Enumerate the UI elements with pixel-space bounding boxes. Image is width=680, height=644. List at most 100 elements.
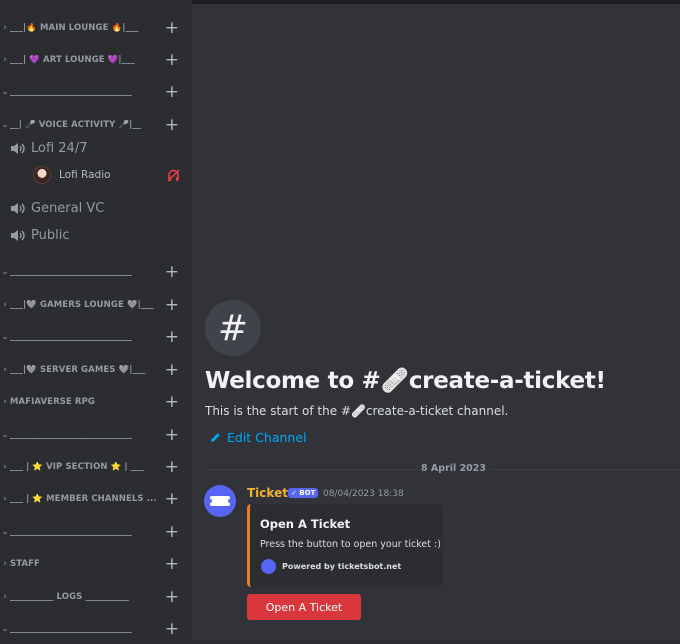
discord-window: › ___|🔥 MAIN LOUNGE 🔥|___ + › ___| 💜 ART… bbox=[0, 0, 680, 644]
chevron-right-icon: › bbox=[3, 55, 7, 65]
pencil-icon bbox=[211, 433, 220, 442]
hash-symbol: # bbox=[217, 307, 249, 349]
open-ticket-button[interactable]: Open A Ticket bbox=[247, 594, 361, 620]
avatar bbox=[33, 166, 51, 184]
edit-channel-label: Edit Channel bbox=[227, 430, 307, 445]
chevron-right-icon: › bbox=[3, 23, 7, 33]
category-label: ____________________________ bbox=[10, 527, 132, 537]
chevron-right-icon: › bbox=[3, 365, 7, 375]
category-label: ___|🔥 MAIN LOUNGE 🔥|___ bbox=[10, 23, 139, 33]
speaker-icon bbox=[11, 229, 25, 241]
speaker-icon bbox=[11, 202, 25, 214]
voice-channel-public[interactable]: Public bbox=[10, 224, 69, 246]
welcome-heading: Welcome to #🩹create-a-ticket! bbox=[205, 368, 606, 394]
voice-channel-lofi[interactable]: Lofi 24/7 bbox=[10, 137, 87, 159]
add-channel-icon[interactable]: + bbox=[165, 587, 179, 607]
embed-description: Press the button to open your ticket :) bbox=[260, 539, 441, 550]
bot-avatar[interactable] bbox=[204, 485, 236, 517]
category-separator[interactable]: ⌄ ____________________________ + bbox=[0, 262, 192, 282]
add-channel-icon[interactable]: + bbox=[165, 262, 179, 282]
add-channel-icon[interactable]: + bbox=[165, 619, 179, 639]
channel-sidebar: › ___|🔥 MAIN LOUNGE 🔥|___ + › ___| 💜 ART… bbox=[0, 0, 192, 644]
chevron-down-icon: ⌄ bbox=[1, 430, 9, 440]
category-member-channels[interactable]: › ___ | ⭐ MEMBER CHANNELS ... + bbox=[0, 489, 192, 509]
message-input-edge bbox=[192, 640, 680, 644]
chevron-right-icon: › bbox=[3, 559, 7, 569]
category-label: ____________________________ bbox=[10, 267, 132, 277]
category-label: __________ LOGS __________ bbox=[10, 592, 129, 602]
chevron-right-icon: › bbox=[3, 592, 7, 602]
edit-channel-link[interactable]: Edit Channel bbox=[210, 430, 307, 445]
chat-area: # Welcome to #🩹create-a-ticket! This is … bbox=[192, 0, 680, 644]
category-label: __| 🎤 VOICE ACTIVITY 🎤|__ bbox=[10, 120, 142, 130]
chevron-right-icon: › bbox=[3, 397, 7, 407]
category-separator[interactable]: ⌄ ____________________________ + bbox=[0, 522, 192, 542]
category-label: MAFIAVERSE RPG bbox=[10, 397, 95, 407]
open-ticket-button-label: Open A Ticket bbox=[265, 600, 343, 614]
category-label: ____________________________ bbox=[10, 87, 132, 97]
date-divider: 8 April 2023 bbox=[415, 463, 493, 474]
chevron-down-icon: ⌄ bbox=[1, 332, 9, 342]
add-channel-icon[interactable]: + bbox=[165, 522, 179, 542]
channel-hash-icon: # bbox=[205, 300, 261, 356]
bot-badge: ✓ BOT bbox=[288, 488, 319, 498]
category-label: ___|🩶 SERVER GAMES 🩶|___ bbox=[10, 365, 146, 375]
add-channel-icon[interactable]: + bbox=[165, 82, 179, 102]
chevron-down-icon: ⌄ bbox=[1, 267, 9, 277]
chevron-right-icon: › bbox=[3, 300, 7, 310]
voice-channel-label: Public bbox=[31, 227, 70, 243]
voice-user-name: Lofi Radio bbox=[59, 169, 111, 181]
ticket-logo-icon bbox=[209, 496, 231, 506]
chevron-right-icon: › bbox=[3, 462, 7, 472]
speaker-icon bbox=[11, 142, 25, 154]
category-server-games[interactable]: › ___|🩶 SERVER GAMES 🩶|___ + bbox=[0, 360, 192, 380]
chevron-down-icon: ⌄ bbox=[1, 624, 9, 634]
voice-channel-general[interactable]: General VC bbox=[10, 197, 104, 219]
embed-footer: Powered by ticketsbot.net bbox=[282, 562, 402, 571]
embed-footer-icon bbox=[261, 559, 276, 574]
add-channel-icon[interactable]: + bbox=[165, 392, 179, 412]
category-label: ____________________________ bbox=[10, 624, 132, 634]
category-voice-activity[interactable]: ⌄ __| 🎤 VOICE ACTIVITY 🎤|__ + bbox=[0, 115, 192, 135]
add-channel-icon[interactable]: + bbox=[165, 50, 179, 70]
category-label: ___ | ⭐ MEMBER CHANNELS ... bbox=[10, 494, 157, 504]
category-separator[interactable]: ⌄ ____________________________ + bbox=[0, 82, 192, 102]
category-separator[interactable]: ⌄ ____________________________ + bbox=[0, 327, 192, 347]
category-main-lounge[interactable]: › ___|🔥 MAIN LOUNGE 🔥|___ + bbox=[0, 18, 192, 38]
voice-channel-label: General VC bbox=[31, 200, 105, 216]
add-channel-icon[interactable]: + bbox=[165, 115, 179, 135]
add-channel-icon[interactable]: + bbox=[165, 295, 179, 315]
voice-channel-label: Lofi 24/7 bbox=[31, 140, 88, 156]
category-label: ____________________________ bbox=[10, 430, 132, 440]
category-logs[interactable]: › __________ LOGS __________ + bbox=[0, 587, 192, 607]
category-separator[interactable]: ⌄ ____________________________ + bbox=[0, 425, 192, 445]
category-label: ____________________________ bbox=[10, 332, 132, 342]
add-channel-icon[interactable]: + bbox=[165, 425, 179, 445]
category-staff[interactable]: › STAFF + bbox=[0, 554, 192, 574]
category-label: ___|🩶 GAMERS LOUNGE 🩶|___ bbox=[10, 300, 154, 310]
add-channel-icon[interactable]: + bbox=[165, 327, 179, 347]
chevron-down-icon: ⌄ bbox=[1, 527, 9, 537]
channel-start-text: This is the start of the #🩹create-a-tick… bbox=[205, 404, 509, 418]
add-channel-icon[interactable]: + bbox=[165, 360, 179, 380]
add-channel-icon[interactable]: + bbox=[165, 489, 179, 509]
category-label: STAFF bbox=[10, 559, 40, 569]
add-channel-icon[interactable]: + bbox=[165, 554, 179, 574]
category-separator[interactable]: ⌄ ____________________________ + bbox=[0, 619, 192, 639]
category-gamers-lounge[interactable]: › ___|🩶 GAMERS LOUNGE 🩶|___ + bbox=[0, 295, 192, 315]
category-label: ___ | ⭐ VIP SECTION ⭐ | ___ bbox=[10, 462, 144, 472]
add-channel-icon[interactable]: + bbox=[165, 18, 179, 38]
category-mafiaverse-rpg[interactable]: › MAFIAVERSE RPG + bbox=[0, 392, 192, 412]
embed-title: Open A Ticket bbox=[260, 517, 351, 531]
add-channel-icon[interactable]: + bbox=[165, 457, 179, 477]
category-art-lounge[interactable]: › ___| 💜 ART LOUNGE 💜|___ + bbox=[0, 50, 192, 70]
chevron-right-icon: › bbox=[3, 494, 7, 504]
message-timestamp: 08/04/2023 18:38 bbox=[323, 489, 404, 499]
category-vip-section[interactable]: › ___ | ⭐ VIP SECTION ⭐ | ___ + bbox=[0, 457, 192, 477]
category-label: ___| 💜 ART LOUNGE 💜|___ bbox=[10, 55, 135, 65]
deafened-icon bbox=[167, 169, 180, 182]
chevron-down-icon: ⌄ bbox=[1, 120, 9, 130]
message-embed: Open A Ticket Press the button to open y… bbox=[247, 504, 443, 587]
chevron-down-icon: ⌄ bbox=[1, 87, 9, 97]
voice-user-lofi-radio[interactable]: Lofi Radio bbox=[33, 164, 111, 186]
